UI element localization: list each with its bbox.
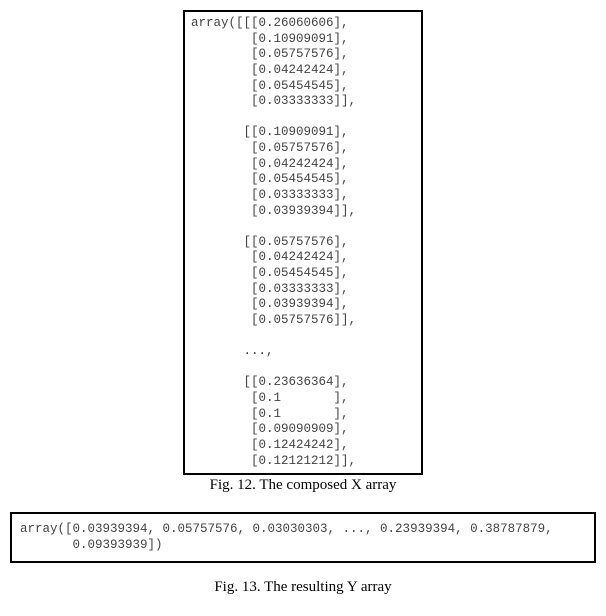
figure-13-caption: Fig. 13. The resulting Y array: [10, 579, 596, 596]
figure-12: array([[[0.26060606], [0.10909091], [0.0…: [10, 10, 596, 494]
figure-12-caption: Fig. 12. The composed X array: [10, 477, 596, 494]
spacer-small: [10, 563, 596, 577]
y-array-output: array([0.03939394, 0.05757576, 0.0303030…: [10, 512, 596, 563]
x-array-output: array([[[0.26060606], [0.10909091], [0.0…: [183, 10, 423, 475]
spacer: [10, 494, 596, 512]
figure-13: array([0.03939394, 0.05757576, 0.0303030…: [10, 512, 596, 596]
